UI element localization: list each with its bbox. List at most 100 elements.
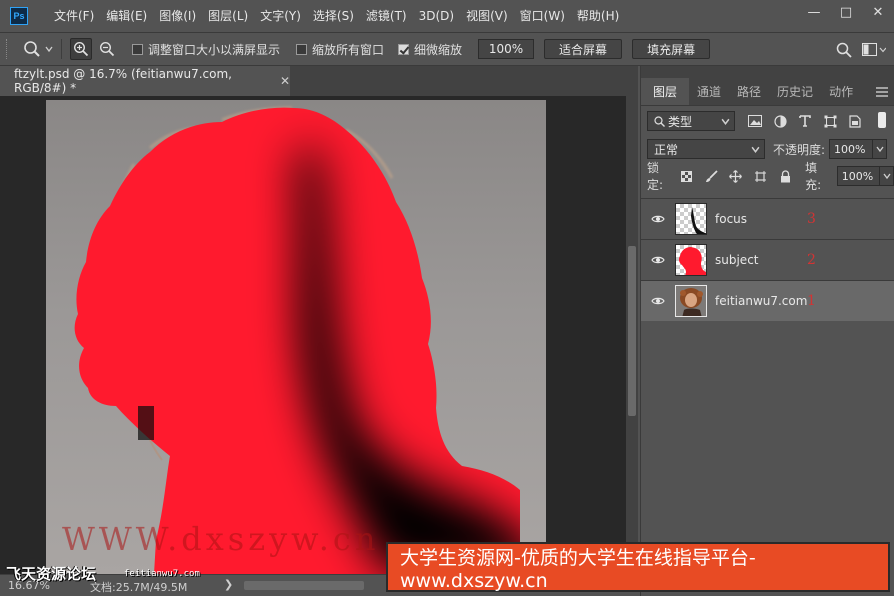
- fit-screen-button[interactable]: 适合屏幕: [544, 39, 623, 59]
- menu-item-3[interactable]: 图层(L): [202, 0, 254, 32]
- workspace-switcher-icon[interactable]: [862, 43, 886, 57]
- panel-tab-0[interactable]: 图层: [641, 78, 690, 105]
- layer-name[interactable]: feitianwu7.com: [715, 294, 807, 308]
- checkbox-box-checked[interactable]: [398, 43, 410, 55]
- layer-thumbnail-photo: [675, 285, 707, 317]
- panel-tab-3[interactable]: 历史记: [769, 78, 821, 105]
- lock-pixels-button[interactable]: [701, 166, 721, 186]
- canvas-workspace[interactable]: [0, 96, 626, 574]
- layer-row-subject[interactable]: subject 2: [641, 239, 894, 280]
- chevron-down-icon: [721, 118, 730, 125]
- menu-item-4[interactable]: 文字(Y): [254, 0, 307, 32]
- fill-field[interactable]: 100%: [836, 166, 881, 186]
- eye-icon: [651, 297, 665, 305]
- fill-label: 填充:: [805, 161, 822, 192]
- filter-type-button[interactable]: [795, 111, 815, 131]
- lock-all-button[interactable]: [775, 166, 795, 186]
- menu-item-7[interactable]: 3D(D): [413, 0, 460, 32]
- shape-transform-icon: [824, 115, 836, 127]
- filter-pixel-button[interactable]: [745, 111, 765, 131]
- panel-tab-4[interactable]: 动作: [821, 78, 861, 105]
- search-icon: [654, 115, 665, 127]
- lock-label: 锁定:: [647, 161, 664, 192]
- opacity-dropdown-button[interactable]: [873, 139, 888, 159]
- fill-dropdown-button[interactable]: [880, 166, 894, 186]
- menu-item-8[interactable]: 视图(V): [460, 0, 514, 32]
- document-tab[interactable]: ftzylt.psd @ 16.7% (feitianwu7.com, RGB/…: [0, 66, 290, 96]
- blend-mode-dropdown[interactable]: 正常: [647, 139, 765, 159]
- photoshop-logo-icon[interactable]: Ps: [10, 7, 28, 25]
- filter-kind-dropdown[interactable]: 类型: [647, 111, 735, 131]
- menu-item-2[interactable]: 图像(I): [153, 0, 202, 32]
- menu-item-1[interactable]: 编辑(E): [100, 0, 153, 32]
- tool-preset-picker[interactable]: [23, 40, 53, 58]
- text-type-icon: [799, 115, 811, 127]
- artboard-icon: [755, 170, 767, 182]
- scrubby-zoom-checkbox[interactable]: 细微缩放: [398, 41, 462, 58]
- blend-mode-value: 正常: [654, 142, 679, 157]
- filter-smart-object-button[interactable]: [845, 111, 865, 131]
- layer-row-focus[interactable]: focus 3: [641, 198, 894, 239]
- maximize-button[interactable]: □: [830, 0, 862, 24]
- hamburger-menu-icon: [876, 86, 888, 97]
- subject-thumb-shape: [678, 247, 706, 275]
- status-menu-arrow-icon[interactable]: ❯: [224, 578, 233, 591]
- vertical-scrollbar[interactable]: [626, 96, 638, 574]
- search-icon[interactable]: [836, 42, 852, 58]
- horizontal-scrollbar-thumb[interactable]: [244, 581, 364, 590]
- eye-icon: [651, 256, 665, 264]
- panel-menu-button[interactable]: [870, 78, 894, 105]
- close-tab-icon[interactable]: ✕: [280, 74, 290, 88]
- resize-windows-label: 调整窗口大小以满屏显示: [148, 42, 281, 57]
- scrubby-zoom-label: 细微缩放: [414, 42, 463, 57]
- lock-position-button[interactable]: [726, 166, 746, 186]
- resize-windows-checkbox[interactable]: 调整窗口大小以满屏显示: [132, 41, 280, 58]
- layer-name[interactable]: subject: [715, 253, 759, 267]
- filter-adjustment-button[interactable]: [770, 111, 790, 131]
- chevron-down-icon: [883, 173, 891, 180]
- layer-row-photo[interactable]: feitianwu7.com 1: [641, 280, 894, 321]
- menu-item-5[interactable]: 选择(S): [307, 0, 360, 32]
- checkbox-box[interactable]: [132, 43, 143, 55]
- fill-screen-button[interactable]: 填充屏幕: [632, 39, 711, 59]
- layer-thumbnail-focus: [675, 203, 707, 235]
- layer-filter-row: 类型: [641, 106, 894, 136]
- document-canvas[interactable]: [46, 100, 546, 574]
- image-icon: [748, 115, 762, 127]
- scrollbar-thumb[interactable]: [628, 246, 636, 416]
- menu-item-0[interactable]: 文件(F): [48, 0, 100, 32]
- zoom-in-icon: [73, 41, 89, 57]
- opacity-field[interactable]: 100%: [829, 139, 874, 159]
- filter-shape-button[interactable]: [820, 111, 840, 131]
- zoom-all-windows-checkbox[interactable]: 缩放所有窗口: [296, 41, 384, 58]
- panel-tab-2[interactable]: 路径: [729, 78, 769, 105]
- layer-annotation-number: 2: [807, 252, 816, 268]
- checkbox-box[interactable]: [296, 43, 308, 55]
- visibility-toggle[interactable]: [641, 214, 675, 224]
- layer-name[interactable]: focus: [715, 212, 747, 226]
- close-window-button[interactable]: ✕: [862, 0, 894, 24]
- menu-item-10[interactable]: 帮助(H): [571, 0, 625, 32]
- lock-row: 锁定: 填充: 100%: [641, 161, 894, 192]
- layers-panel: 图层 通道 路径 历史记 动作 类型 正常 不透明度: 100% 锁定: 填充:…: [640, 66, 894, 596]
- filter-toggle-switch[interactable]: [878, 112, 886, 128]
- zoom-in-button[interactable]: [70, 38, 92, 60]
- visibility-toggle[interactable]: [641, 296, 675, 306]
- zoom-out-button[interactable]: [96, 38, 118, 60]
- zoom-percent-field[interactable]: 100%: [478, 39, 535, 59]
- panel-tab-1[interactable]: 通道: [689, 78, 729, 105]
- focus-thumb-shape: [691, 207, 706, 234]
- layer-annotation-number: 3: [807, 211, 816, 227]
- visibility-toggle[interactable]: [641, 255, 675, 265]
- lock-icon: [780, 169, 790, 182]
- minimize-button[interactable]: —: [798, 0, 830, 24]
- lock-transparent-button[interactable]: [677, 166, 697, 186]
- lock-artboard-button[interactable]: [751, 166, 771, 186]
- opacity-label: 不透明度:: [773, 142, 826, 157]
- menu-item-6[interactable]: 滤镜(T): [360, 0, 413, 32]
- options-bar-grip[interactable]: [6, 39, 9, 59]
- menu-item-9[interactable]: 窗口(W): [514, 0, 571, 32]
- forum-watermark: 飞天资源论坛: [6, 565, 97, 583]
- subject-mask-overlay: [74, 106, 520, 574]
- adjustment-icon: [773, 114, 787, 128]
